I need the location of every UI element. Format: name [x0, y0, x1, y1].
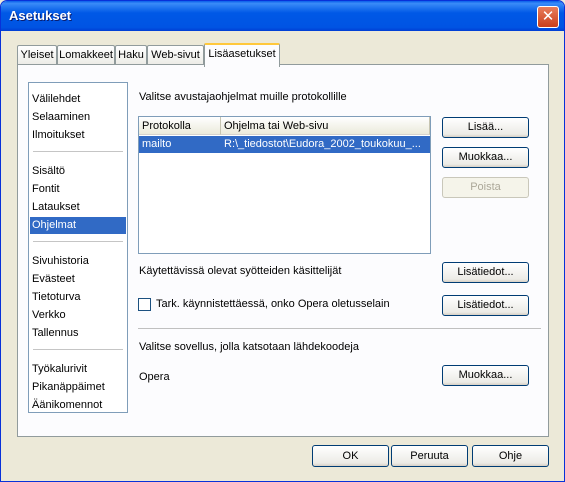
source-heading: Valitse sovellus, jolla katsotaan lähdek… [139, 341, 359, 353]
title-bar[interactable]: Asetukset ✕ [1, 1, 564, 31]
remove-button: Poista [442, 177, 529, 198]
sidebar-item-storage[interactable]: Tallennus [30, 325, 126, 342]
list-divider [33, 151, 123, 152]
protocols-heading: Valitse avustajaohjelmat muille protokol… [139, 91, 347, 103]
add-button[interactable]: Lisää... [442, 117, 529, 138]
default-browser-more-info-button[interactable]: Lisätiedot... [442, 295, 529, 316]
tab-web-pages[interactable]: Web-sivut [147, 45, 204, 65]
feeds-label: Käytettävissä olevat syötteiden käsittel… [139, 265, 342, 277]
sidebar-item-browsing[interactable]: Selaaminen [30, 109, 126, 126]
window-title: Asetukset [9, 8, 72, 23]
sidebar-item-notifications[interactable]: Ilmoitukset [30, 127, 126, 144]
default-browser-label[interactable]: Tark. käynnistettäessä, onko Opera oletu… [156, 298, 390, 310]
list-divider [33, 349, 123, 350]
sidebar-item-network[interactable]: Verkko [30, 307, 126, 324]
source-edit-button[interactable]: Muokkaa... [442, 365, 529, 386]
table-row[interactable]: mailto R:\_tiedostot\Eudora_2002_toukoku… [139, 136, 430, 153]
edit-button[interactable]: Muokkaa... [442, 147, 529, 168]
sidebar-item-content[interactable]: Sisältö [30, 163, 126, 180]
program-cell: R:\_tiedostot\Eudora_2002_toukokuu_... [224, 138, 421, 150]
list-divider [33, 241, 123, 242]
category-list: Välilehdet Selaaminen Ilmoitukset Sisält… [28, 82, 128, 413]
sidebar-item-shortcuts[interactable]: Pikanäppäimet [30, 379, 126, 396]
feeds-more-info-button[interactable]: Lisätiedot... [442, 262, 529, 283]
sidebar-item-voice[interactable]: Äänikomennot [30, 397, 126, 414]
advanced-panel: Välilehdet Selaaminen Ilmoitukset Sisält… [17, 64, 549, 437]
tab-general[interactable]: Yleiset [17, 45, 57, 65]
sidebar-item-cookies[interactable]: Evästeet [30, 271, 126, 288]
tab-search[interactable]: Haku [115, 45, 147, 65]
protocol-cell: mailto [142, 138, 172, 150]
section-divider [138, 328, 541, 329]
sidebar-item-tabs[interactable]: Välilehdet [30, 91, 126, 108]
cancel-button[interactable]: Peruuta [391, 445, 468, 467]
help-button[interactable]: Ohje [472, 445, 549, 467]
sidebar-item-security[interactable]: Tietoturva [30, 289, 126, 306]
protocol-table[interactable]: Protokolla Ohjelma tai Web-sivu mailto R… [138, 116, 431, 254]
preferences-dialog: Asetukset ✕ Yleiset Lomakkeet Haku Web-s… [0, 0, 565, 482]
column-header-program[interactable]: Ohjelma tai Web-sivu [221, 117, 430, 135]
sidebar-item-fonts[interactable]: Fontit [30, 181, 126, 198]
sidebar-item-history[interactable]: Sivuhistoria [30, 253, 126, 270]
sidebar-item-programs[interactable]: Ohjelmat [30, 217, 126, 234]
column-header-protocol[interactable]: Protokolla [139, 117, 221, 135]
default-browser-checkbox[interactable] [138, 298, 151, 311]
sidebar-item-toolbars[interactable]: Työkalurivit [30, 361, 126, 378]
tab-forms[interactable]: Lomakkeet [57, 45, 115, 65]
source-app-name: Opera [139, 371, 170, 383]
ok-button[interactable]: OK [312, 445, 389, 467]
tab-advanced[interactable]: Lisäasetukset [204, 43, 280, 67]
sidebar-item-downloads[interactable]: Lataukset [30, 199, 126, 216]
close-icon[interactable]: ✕ [537, 6, 559, 28]
